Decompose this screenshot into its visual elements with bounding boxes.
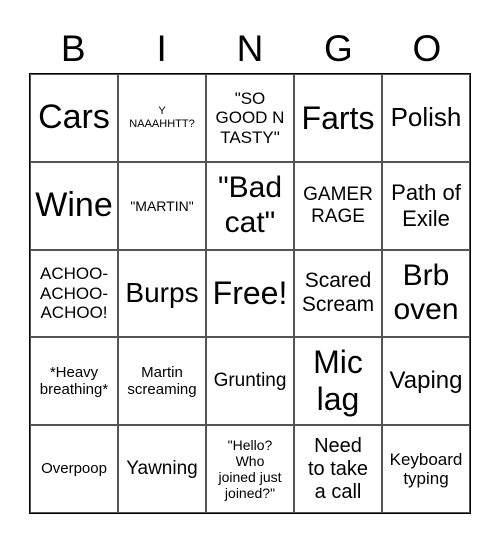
bingo-cell[interactable]: Polish	[382, 74, 470, 162]
bingo-cell[interactable]: *Heavy breathing*	[30, 337, 118, 426]
header-letter-o: O	[412, 28, 442, 69]
bingo-cell[interactable]: Vaping	[382, 337, 470, 426]
bingo-cell[interactable]: Overpoop	[30, 425, 118, 513]
bingo-cell[interactable]: GAMER RAGE	[294, 161, 382, 250]
header-letter-n: N	[236, 28, 264, 69]
bingo-cell[interactable]: Need to take a call	[294, 425, 382, 513]
bingo-cell[interactable]: Wine	[30, 161, 118, 250]
bingo-cell[interactable]: Mic lag	[294, 337, 382, 426]
bingo-grid: Cars Y NAAAHHTT? "SO GOOD N TASTY" Farts…	[29, 73, 471, 514]
header-letter-b: B	[60, 28, 86, 69]
free-cell[interactable]: Free!	[206, 249, 294, 338]
bingo-cell[interactable]: Grunting	[206, 337, 294, 426]
header-letter-i: I	[156, 28, 167, 69]
bingo-cell[interactable]: "MARTIN"	[118, 161, 206, 250]
bingo-cell[interactable]: Burps	[118, 249, 206, 338]
bingo-cell[interactable]: Farts	[294, 74, 382, 162]
bingo-cell[interactable]: Yawning	[118, 425, 206, 513]
bingo-cell[interactable]: Brb oven	[382, 249, 470, 338]
bingo-cell[interactable]: Y NAAAHHTT?	[118, 74, 206, 162]
bingo-cell[interactable]: "SO GOOD N TASTY"	[206, 74, 294, 162]
bingo-header: B I N G O	[29, 26, 471, 72]
header-letter-g: G	[324, 28, 353, 69]
bingo-cell[interactable]: ACHOO- ACHOO- ACHOO!	[30, 249, 118, 338]
bingo-cell[interactable]: Path of Exile	[382, 161, 470, 250]
bingo-cell[interactable]: "Bad cat"	[206, 161, 294, 250]
bingo-cell[interactable]: Cars	[30, 74, 118, 162]
bingo-cell[interactable]: "Hello? Who joined just joined?"	[206, 425, 294, 513]
bingo-cell[interactable]: Keyboard typing	[382, 425, 470, 513]
bingo-cell[interactable]: Scared Scream	[294, 249, 382, 338]
bingo-cell[interactable]: Martin screaming	[118, 337, 206, 426]
